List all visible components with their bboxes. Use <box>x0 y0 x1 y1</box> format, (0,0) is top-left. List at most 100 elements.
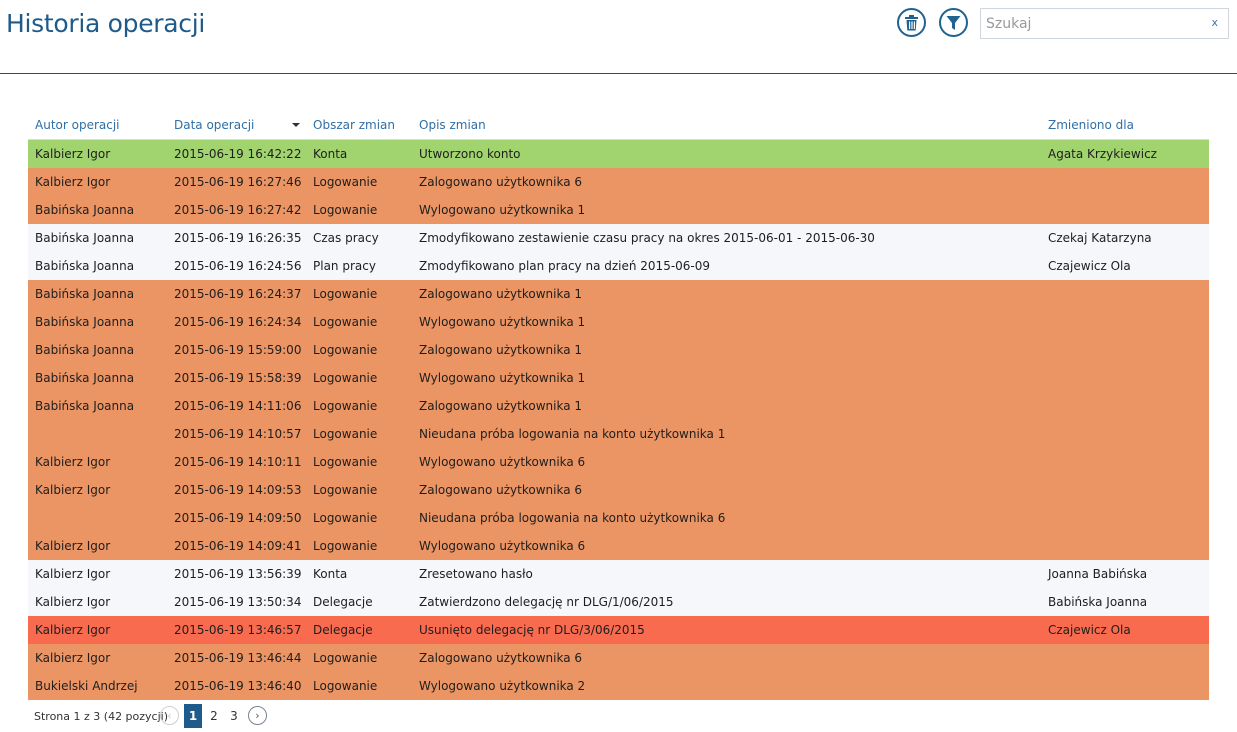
table-row[interactable]: Kalbierz Igor 2015-06-19 16:42:22 Konta Utw… <box>28 140 1209 168</box>
cell-description: Wylogowano użytkownika 6 <box>419 455 586 469</box>
cell-date: 2015-06-19 13:50:34 <box>174 595 302 609</box>
table-row[interactable]: Kalbierz Igor 2015-06-19 14:10:11 Logowani… <box>28 448 1209 476</box>
cell-author: Kalbierz Igor <box>35 567 111 581</box>
pager-prev-button[interactable]: ‹ <box>160 706 179 725</box>
cell-area: Logowanie <box>313 399 378 413</box>
cell-area: Logowanie <box>313 679 378 693</box>
table-row[interactable]: Kalbierz Igor 2015-06-19 14:09:41 Logowani… <box>28 532 1209 560</box>
filter-icon <box>946 15 961 30</box>
cell-area: Logowanie <box>313 315 378 329</box>
pager-page-3[interactable]: 3 <box>225 704 243 728</box>
cell-area: Logowanie <box>313 427 378 441</box>
delete-button[interactable] <box>897 8 926 37</box>
cell-description: Wylogowano użytkownika 1 <box>419 203 586 217</box>
cell-changed-for: Agata Krzykiewicz <box>1048 147 1157 161</box>
cell-description: Zalogowano użytkownika 1 <box>419 399 583 413</box>
table-row[interactable]: Kalbierz Igor 2015-06-19 13:46:44 Logowani… <box>28 644 1209 672</box>
cell-description: Usunięto delegację nr DLG/3/06/2015 <box>419 623 645 637</box>
cell-date: 2015-06-19 16:27:46 <box>174 175 302 189</box>
cell-area: Czas pracy <box>313 231 379 245</box>
table-row[interactable]: Babińska Joanna 2015-06-19 16:24:37 Logowa… <box>28 280 1209 308</box>
table-row[interactable]: 2015-06-19 14:09:50 Logowanie Nieudana pró… <box>28 504 1209 532</box>
cell-date: 2015-06-19 16:24:34 <box>174 315 302 329</box>
table-row[interactable]: Kalbierz Igor 2015-06-19 13:56:39 Konta Zre… <box>28 560 1209 588</box>
pager-next-button[interactable]: › <box>248 706 267 725</box>
header-divider <box>0 73 1237 74</box>
table-row[interactable]: Kalbierz Igor 2015-06-19 13:46:57 Delegacj… <box>28 616 1209 644</box>
table-row[interactable]: Babińska Joanna 2015-06-19 16:24:34 Logowa… <box>28 308 1209 336</box>
table-row[interactable]: Kalbierz Igor 2015-06-19 13:50:34 Delegacj… <box>28 588 1209 616</box>
cell-changed-for: Czajewicz Ola <box>1048 259 1131 273</box>
cell-area: Konta <box>313 567 348 581</box>
sort-descending-icon[interactable] <box>292 123 300 127</box>
cell-area: Logowanie <box>313 651 378 665</box>
cell-date: 2015-06-19 16:24:56 <box>174 259 302 273</box>
cell-changed-for: Czajewicz Ola <box>1048 623 1131 637</box>
cell-date: 2015-06-19 14:10:11 <box>174 455 302 469</box>
table-row[interactable]: Babińska Joanna 2015-06-19 16:27:42 Logowa… <box>28 196 1209 224</box>
cell-description: Wylogowano użytkownika 1 <box>419 315 586 329</box>
cell-changed-for: Joanna Babińska <box>1048 567 1148 581</box>
cell-author: Babińska Joanna <box>35 231 135 245</box>
table-row[interactable]: Babińska Joanna 2015-06-19 15:58:39 Logowa… <box>28 364 1209 392</box>
cell-author: Kalbierz Igor <box>35 483 111 497</box>
cell-author: Babińska Joanna <box>35 315 135 329</box>
table-row[interactable]: 2015-06-19 14:10:57 Logowanie Nieudana pró… <box>28 420 1209 448</box>
pager-page-1[interactable]: 1 <box>184 704 202 728</box>
table-row[interactable]: Babińska Joanna 2015-06-19 16:26:35 Czas p… <box>28 224 1209 252</box>
page-title: Historia operacji <box>6 9 206 38</box>
chevron-left-icon: ‹ <box>167 709 172 722</box>
cell-area: Logowanie <box>313 287 378 301</box>
table-row[interactable]: Kalbierz Igor 2015-06-19 16:27:46 Logowani… <box>28 168 1209 196</box>
cell-area: Logowanie <box>313 511 378 525</box>
cell-author: Kalbierz Igor <box>35 539 111 553</box>
cell-area: Konta <box>313 147 348 161</box>
cell-area: Delegacje <box>313 595 373 609</box>
cell-description: Wylogowano użytkownika 1 <box>419 371 586 385</box>
cell-description: Zatwierdzono delegację nr DLG/1/06/2015 <box>419 595 674 609</box>
cell-date: 2015-06-19 14:09:41 <box>174 539 302 553</box>
operations-table: Autor operacji Data operacji Obszar zmia… <box>28 112 1209 700</box>
cell-date: 2015-06-19 13:56:39 <box>174 567 302 581</box>
cell-description: Zalogowano użytkownika 1 <box>419 343 583 357</box>
trash-icon <box>905 14 918 30</box>
cell-description: Wylogowano użytkownika 6 <box>419 539 586 553</box>
cell-area: Logowanie <box>313 455 378 469</box>
search-input[interactable] <box>981 9 1206 38</box>
cell-date: 2015-06-19 16:24:37 <box>174 287 302 301</box>
cell-area: Logowanie <box>313 203 378 217</box>
cell-date: 2015-06-19 14:09:50 <box>174 511 302 525</box>
cell-area: Plan pracy <box>313 259 376 273</box>
cell-date: 2015-06-19 16:26:35 <box>174 231 302 245</box>
cell-author: Kalbierz Igor <box>35 175 111 189</box>
cell-author: Bukielski Andrzej <box>35 679 138 693</box>
filter-button[interactable] <box>939 8 968 37</box>
column-header-description[interactable]: Opis zmian <box>419 118 486 132</box>
cell-description: Zalogowano użytkownika 6 <box>419 483 583 497</box>
cell-date: 2015-06-19 14:10:57 <box>174 427 302 441</box>
column-header-author[interactable]: Autor operacji <box>35 118 120 132</box>
table-row[interactable]: Kalbierz Igor 2015-06-19 14:09:53 Logowani… <box>28 476 1209 504</box>
chevron-right-icon: › <box>255 709 260 722</box>
cell-description: Zalogowano użytkownika 1 <box>419 287 583 301</box>
table-header: Autor operacji Data operacji Obszar zmia… <box>28 112 1209 140</box>
search-clear-button[interactable]: x <box>1211 16 1218 29</box>
table-row[interactable]: Bukielski Andrzej 2015-06-19 13:46:40 Logo… <box>28 672 1209 700</box>
pager-info: Strona 1 z 3 (42 pozycji) <box>34 710 169 723</box>
cell-area: Delegacje <box>313 623 373 637</box>
table-row[interactable]: Babińska Joanna 2015-06-19 14:11:06 Logowa… <box>28 392 1209 420</box>
pager-page-2[interactable]: 2 <box>205 704 223 728</box>
table-row[interactable]: Babińska Joanna 2015-06-19 16:24:56 Plan p… <box>28 252 1209 280</box>
cell-area: Logowanie <box>313 539 378 553</box>
table-row[interactable]: Babińska Joanna 2015-06-19 15:59:00 Logowa… <box>28 336 1209 364</box>
cell-description: Zalogowano użytkownika 6 <box>419 651 583 665</box>
cell-description: Zalogowano użytkownika 6 <box>419 175 583 189</box>
cell-author: Babińska Joanna <box>35 203 135 217</box>
column-header-date[interactable]: Data operacji <box>174 118 254 132</box>
cell-description: Zresetowano hasło <box>419 567 533 581</box>
column-header-changed-for[interactable]: Zmieniono dla <box>1048 118 1134 132</box>
cell-date: 2015-06-19 14:09:53 <box>174 483 302 497</box>
cell-description: Zmodyfikowano zestawienie czasu pracy na… <box>419 231 875 245</box>
column-header-area[interactable]: Obszar zmian <box>313 118 395 132</box>
cell-date: 2015-06-19 13:46:44 <box>174 651 302 665</box>
